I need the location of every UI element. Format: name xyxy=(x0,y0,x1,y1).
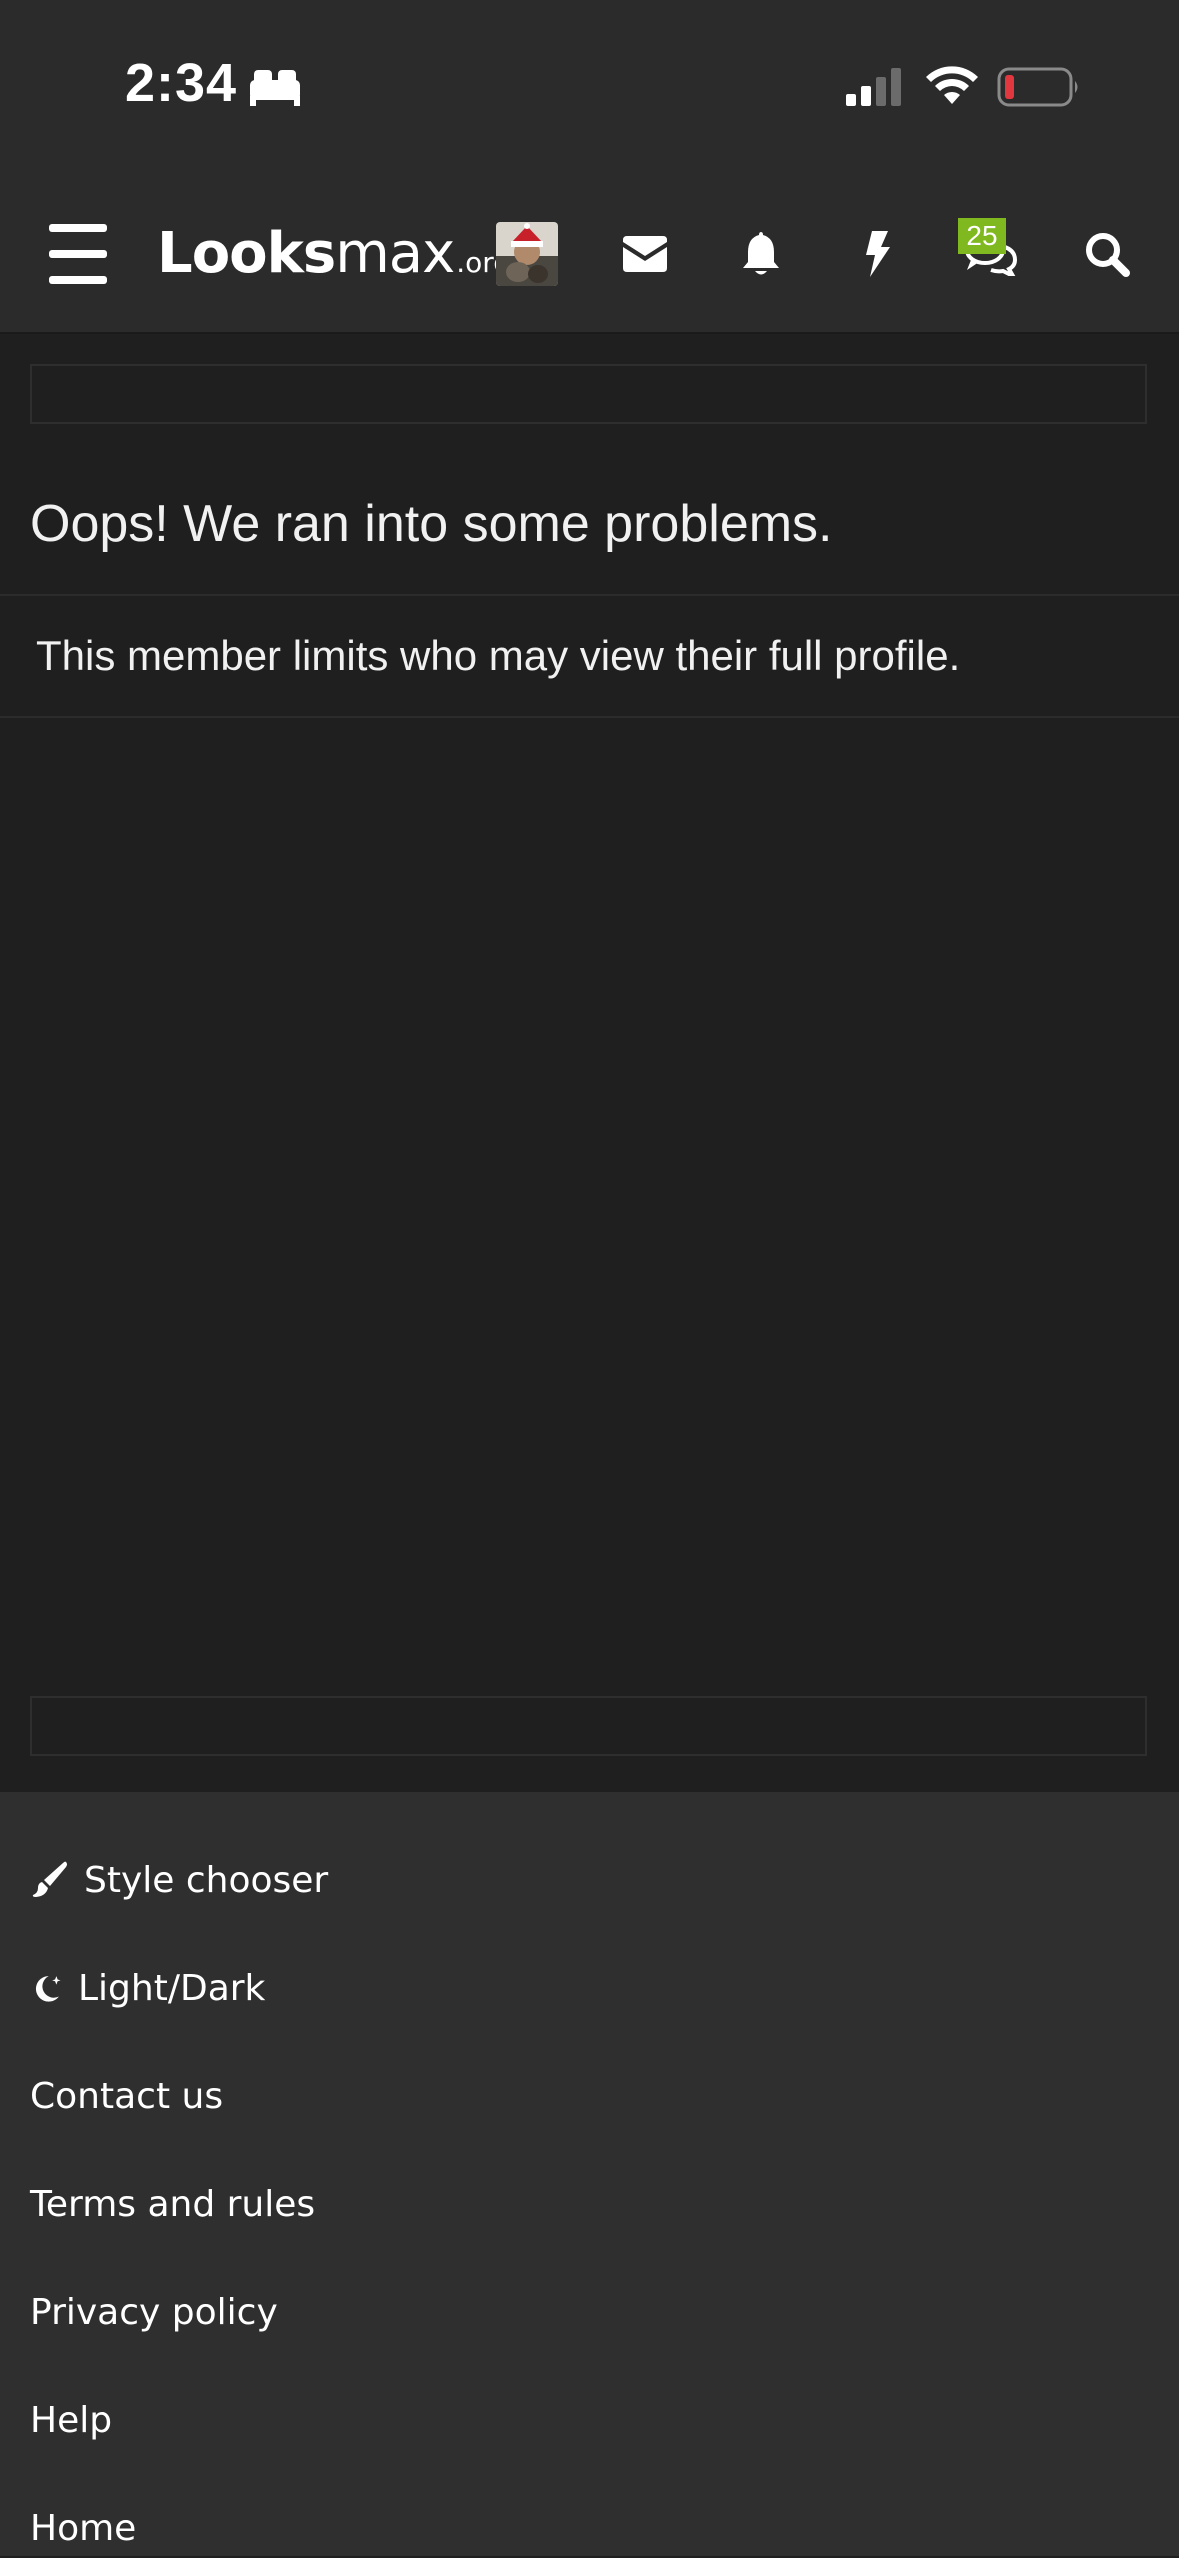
light-dark-label: Light/Dark xyxy=(78,1967,266,2009)
wifi-icon xyxy=(926,66,978,104)
style-chooser-label: Style chooser xyxy=(84,1859,329,1901)
paintbrush-icon xyxy=(32,1861,67,1897)
notice-placeholder-top xyxy=(30,364,1147,424)
notice-placeholder-bottom xyxy=(30,1696,1147,1756)
bell-icon[interactable] xyxy=(716,212,806,296)
site-logo[interactable]: Looksmax .org xyxy=(157,214,511,294)
cellular-signal-icon xyxy=(846,68,901,106)
error-block: This member limits who may view their fu… xyxy=(0,594,1179,718)
terms-and-rules-link[interactable]: Terms and rules xyxy=(30,2174,315,2234)
menu-icon[interactable] xyxy=(40,224,116,284)
home-link[interactable]: Home xyxy=(30,2498,136,2558)
envelope-icon[interactable] xyxy=(600,212,690,296)
contact-us-label: Contact us xyxy=(30,2075,224,2117)
sleep-focus-icon xyxy=(250,70,300,106)
light-dark-toggle[interactable]: Light/Dark xyxy=(30,1958,265,2018)
logo-text-ooks: ooks xyxy=(191,221,337,286)
search-icon[interactable] xyxy=(1062,212,1152,296)
footer: Style chooser Light/Dark Contact us Term… xyxy=(0,1792,1179,2556)
status-time: 2:34 xyxy=(125,53,238,113)
terms-and-rules-label: Terms and rules xyxy=(30,2183,316,2225)
status-bar: 2:34 xyxy=(0,0,1179,172)
logo-text-max: max xyxy=(335,221,455,286)
lightning-icon[interactable] xyxy=(832,212,922,296)
privacy-policy-label: Privacy policy xyxy=(30,2291,278,2333)
logo-text-l: L xyxy=(157,221,193,286)
help-link[interactable]: Help xyxy=(30,2390,112,2450)
chat-count-badge: 25 xyxy=(958,218,1006,254)
battery-low-icon xyxy=(997,67,1078,107)
main-content: Oops! We ran into some problems. This me… xyxy=(0,334,1179,1792)
privacy-policy-link[interactable]: Privacy policy xyxy=(30,2282,278,2342)
help-label: Help xyxy=(30,2399,113,2441)
home-label: Home xyxy=(30,2507,137,2549)
page-title: Oops! We ran into some problems. xyxy=(30,495,833,553)
contact-us-link[interactable]: Contact us xyxy=(30,2066,223,2126)
style-chooser-link[interactable]: Style chooser xyxy=(30,1850,328,1910)
moon-stars-icon xyxy=(35,1976,61,2002)
error-message: This member limits who may view their fu… xyxy=(36,632,961,679)
avatar[interactable] xyxy=(496,222,558,286)
top-navigation: Looksmax .org 25 xyxy=(0,172,1179,334)
